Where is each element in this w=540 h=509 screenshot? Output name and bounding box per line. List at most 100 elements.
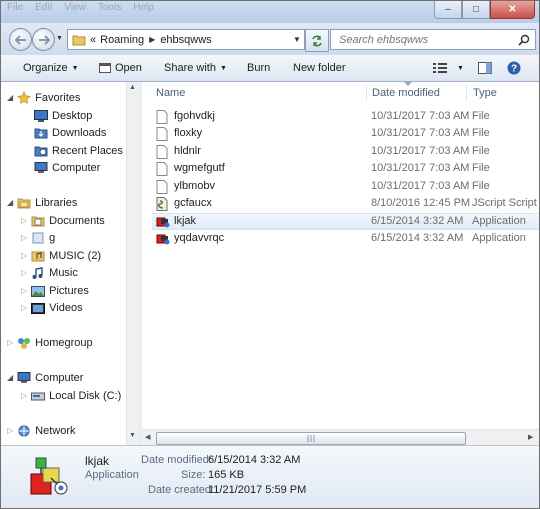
organize-button[interactable]: Organize ▼ — [23, 61, 79, 75]
file-row[interactable]: gcfaucx 8/10/2016 12:45 PM JScript Scrip… — [152, 196, 539, 213]
nav-downloads[interactable]: Downloads — [34, 124, 106, 141]
burn-button[interactable]: Burn — [247, 61, 270, 75]
new-folder-button[interactable]: New folder — [293, 61, 346, 75]
preview-pane-button[interactable] — [478, 61, 492, 75]
column-date-label: Date modified — [372, 87, 440, 99]
file-row[interactable]: ylbmobv 10/31/2017 7:03 AM File — [152, 179, 539, 196]
menu-file[interactable]: File — [7, 2, 23, 18]
file-type: File — [472, 145, 490, 157]
collapse-arrow-icon[interactable]: ▷ — [21, 391, 27, 400]
back-button[interactable] — [9, 28, 32, 51]
homegroup-icon — [18, 337, 31, 349]
open-button[interactable]: Open — [99, 61, 142, 75]
menu-view[interactable]: View — [64, 2, 86, 18]
nav-local-disk[interactable]: ▷ Local Disk (C:) — [21, 387, 121, 404]
file-row[interactable]: fgohvdkj 10/31/2017 7:03 AM File — [152, 109, 539, 126]
grip-icon — [307, 435, 315, 442]
menu-edit[interactable]: Edit — [35, 2, 52, 18]
file-name: lkjak — [174, 215, 197, 227]
nav-fav-computer[interactable]: Computer — [34, 159, 100, 176]
chevron-down-icon: ▼ — [457, 64, 464, 72]
column-header-date[interactable]: Date modified — [372, 82, 468, 104]
expand-arrow-icon[interactable]: ◢ — [7, 198, 13, 207]
horizontal-scrollbar[interactable]: ◀ ▶ — [142, 429, 539, 445]
minimize-button[interactable]: – — [434, 1, 462, 19]
scroll-up-arrow-icon[interactable]: ▲ — [129, 84, 136, 91]
nav-recent-places[interactable]: Recent Places — [34, 142, 123, 159]
command-bar: Organize ▼ Open Share with ▼ Burn New fo… — [1, 55, 539, 82]
nav-computer[interactable]: ◢ Computer — [7, 369, 83, 386]
collapse-arrow-icon[interactable]: ▷ — [21, 286, 27, 295]
nav-documents-label: Documents — [49, 214, 105, 227]
file-date: 10/31/2017 7:03 AM — [371, 180, 470, 192]
file-row[interactable]: yqdavvrqc 6/15/2014 3:32 AM Application — [152, 231, 539, 248]
forward-button[interactable] — [32, 28, 55, 51]
nav-pictures[interactable]: ▷ Pictures — [21, 282, 89, 299]
collapse-arrow-icon[interactable]: ▷ — [7, 426, 13, 435]
nav-g[interactable]: ▷ g — [21, 229, 55, 246]
file-date: 6/15/2014 3:32 AM — [371, 232, 464, 244]
nav-music-2[interactable]: ▷ MUSIC (2) — [21, 247, 101, 264]
collapse-arrow-icon[interactable]: ▷ — [21, 216, 27, 225]
recent-pages-dropdown[interactable]: ▼ — [56, 35, 64, 43]
file-row-selected[interactable]: lkjak 6/15/2014 3:32 AM Application — [152, 213, 539, 230]
collapse-arrow-icon[interactable]: ▷ — [21, 268, 27, 277]
nav-music[interactable]: ▷ Music — [21, 264, 78, 281]
breadcrumb-separator-icon[interactable]: ▶ — [149, 35, 155, 44]
address-overflow[interactable]: « — [90, 34, 96, 46]
navigation-scrollbar[interactable]: ▲ ▼ — [126, 82, 138, 445]
search-icon[interactable] — [518, 34, 530, 46]
details-file-kind: Application — [85, 469, 139, 481]
collapse-arrow-icon[interactable]: ▷ — [21, 233, 27, 242]
recent-places-icon — [34, 146, 48, 156]
column-header-type[interactable]: Type — [473, 82, 533, 104]
help-button[interactable]: ? — [507, 61, 521, 75]
nav-network[interactable]: ▷ Network — [7, 422, 76, 439]
nav-documents[interactable]: ▷ Documents — [21, 212, 105, 229]
breadcrumb-ehbsqwws[interactable]: ehbsqwws — [160, 34, 211, 46]
scroll-down-arrow-icon[interactable]: ▼ — [129, 432, 136, 439]
collapse-arrow-icon[interactable]: ▷ — [21, 251, 27, 260]
column-separator[interactable] — [466, 85, 467, 101]
collapse-arrow-icon[interactable]: ▷ — [21, 303, 27, 312]
file-name: floxky — [174, 127, 203, 139]
menu-help[interactable]: Help — [133, 2, 154, 18]
nav-fav-computer-label: Computer — [52, 161, 101, 174]
file-row[interactable]: wgmefgutf 10/31/2017 7:03 AM File — [152, 161, 539, 178]
menu-tools[interactable]: Tools — [98, 2, 121, 18]
refresh-button[interactable] — [305, 29, 329, 52]
search-box[interactable] — [330, 29, 536, 50]
change-view-button[interactable]: ▼ — [433, 61, 464, 75]
breadcrumb-roaming[interactable]: Roaming — [100, 34, 144, 46]
maximize-button[interactable]: □ — [462, 1, 490, 19]
file-row[interactable]: hldnlr 10/31/2017 7:03 AM File — [152, 144, 539, 161]
file-list: Name Date modified Type fgohvdkj 10/31/2… — [142, 82, 539, 445]
expand-arrow-icon[interactable]: ◢ — [7, 93, 13, 102]
scrollbar-thumb[interactable] — [156, 432, 466, 445]
collapse-arrow-icon[interactable]: ▷ — [7, 338, 13, 347]
column-separator[interactable] — [366, 85, 367, 101]
share-with-label: Share with — [164, 62, 216, 74]
address-dropdown-icon[interactable]: ▼ — [290, 35, 304, 44]
nav-videos[interactable]: ▷ Videos — [21, 299, 83, 316]
file-type: Application — [472, 215, 526, 227]
close-button[interactable]: ✕ — [490, 1, 535, 19]
blank-file-icon — [156, 127, 168, 141]
share-with-button[interactable]: Share with ▼ — [164, 61, 227, 75]
file-name: gcfaucx — [174, 197, 212, 209]
address-bar[interactable]: « Roaming ▶ ehbsqwws ▼ — [67, 29, 305, 50]
nav-homegroup[interactable]: ▷ Homegroup — [7, 334, 93, 351]
expand-arrow-icon[interactable]: ◢ — [7, 373, 13, 382]
search-input[interactable] — [337, 32, 511, 47]
details-created-value: 11/21/2017 5:59 PM — [208, 484, 307, 496]
scroll-left-arrow-icon[interactable]: ◀ — [145, 433, 150, 441]
nav-desktop[interactable]: Desktop — [34, 107, 92, 124]
nav-libraries[interactable]: ◢ Libraries — [7, 194, 77, 211]
scroll-right-arrow-icon[interactable]: ▶ — [528, 433, 533, 441]
libraries-icon — [17, 198, 31, 208]
column-header-name[interactable]: Name — [156, 82, 366, 104]
folder-icon — [72, 35, 86, 45]
burn-label: Burn — [247, 62, 271, 74]
file-row[interactable]: floxky 10/31/2017 7:03 AM File — [152, 126, 539, 143]
nav-favorites[interactable]: ◢ Favorites — [7, 89, 80, 106]
